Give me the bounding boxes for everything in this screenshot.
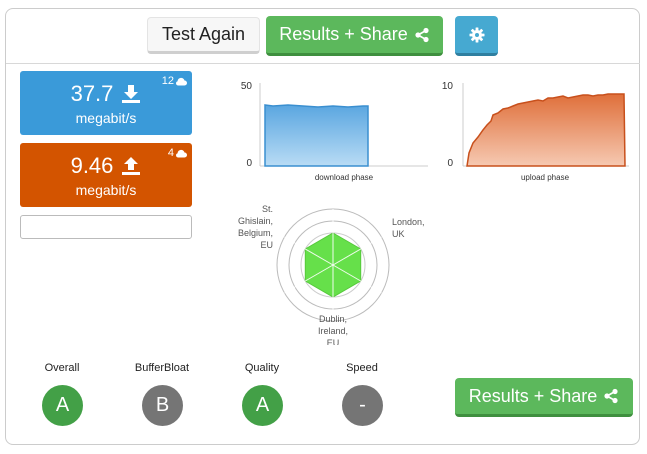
download-value: 37.7	[70, 81, 114, 106]
grade-label-overall: Overall	[44, 362, 80, 374]
upload-icon	[122, 157, 141, 175]
results-share-label-bottom: Results + Share	[468, 385, 598, 406]
radar-label-right-2: UK	[392, 229, 405, 239]
test-again-label: Test Again	[161, 24, 246, 44]
upload-value: 9.46	[70, 153, 114, 178]
upload-y-max: 10	[442, 81, 454, 92]
grade-badge-speed: -	[342, 385, 383, 426]
upload-value-row: 9.46	[20, 153, 192, 179]
upload-unit: megabit/s	[75, 182, 137, 198]
gear-icon	[469, 27, 484, 42]
grade-label-bufferbloat: BufferBloat	[134, 362, 190, 374]
download-icon	[122, 85, 141, 103]
server-radar: St. Ghislain, Belgium, EU London, UK Dub…	[238, 204, 425, 345]
upload-area	[466, 93, 626, 167]
radar-label-left-4: EU	[260, 240, 273, 250]
grade-badge-quality: A	[242, 385, 283, 426]
download-y-min: 0	[246, 158, 252, 169]
info-field	[20, 215, 192, 239]
radar-label-bottom-1: Dublin,	[319, 314, 347, 324]
download-speed-box: 12 37.7 megabit/s	[20, 71, 192, 135]
download-y-max: 50	[241, 81, 253, 92]
results-share-button[interactable]: Results + Share	[266, 16, 443, 56]
results-share-button-bottom[interactable]: Results + Share	[455, 378, 633, 417]
upload-y-min: 0	[447, 158, 453, 169]
upload-phase-chart: 10 0 upload phase	[442, 81, 629, 182]
download-caption: download phase	[315, 173, 374, 182]
grade-label-quality: Quality	[244, 362, 280, 374]
radar-label-bottom-2: Ireland,	[318, 326, 348, 336]
share-icon	[415, 27, 429, 42]
upload-speed-box: 4 9.46 megabit/s	[20, 143, 192, 207]
header-divider	[6, 63, 640, 64]
grade-label-speed: Speed	[346, 362, 378, 374]
test-again-button[interactable]: Test Again	[147, 17, 260, 54]
radar-label-left-3: Belgium,	[238, 228, 273, 238]
upload-caption: upload phase	[521, 173, 570, 182]
radar-label-right-1: London,	[392, 217, 425, 227]
results-share-label: Results + Share	[279, 24, 408, 44]
radar-label-bottom-3: EU	[327, 338, 340, 345]
download-unit: megabit/s	[75, 110, 137, 126]
share-icon	[604, 388, 618, 404]
download-value-row: 37.7	[20, 81, 192, 107]
download-area	[264, 104, 369, 167]
radar-label-left-1: St.	[262, 204, 273, 214]
download-phase-chart: 50 0 download phase	[241, 81, 428, 182]
grade-badge-overall: A	[42, 385, 83, 426]
radar-label-left-2: Ghislain,	[238, 216, 273, 226]
settings-button[interactable]	[455, 16, 498, 56]
grade-badge-bufferbloat: B	[142, 385, 183, 426]
